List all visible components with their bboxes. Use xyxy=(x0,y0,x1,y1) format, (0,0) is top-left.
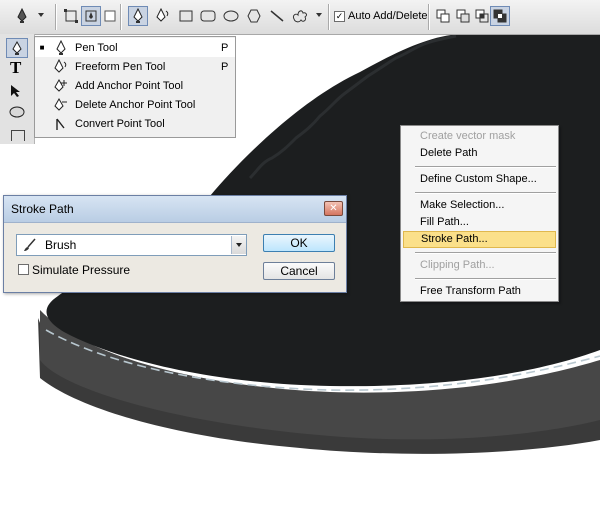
chevron-down-icon xyxy=(236,243,242,247)
menu-divider xyxy=(415,278,556,280)
pen-icon xyxy=(56,39,66,55)
ellipse-shape-icon[interactable] xyxy=(221,6,241,26)
flyout-item-label: Add Anchor Point Tool xyxy=(75,79,184,92)
pen-tool-flyout-menu: ■ Pen Tool P Freeform Pen Tool P Add Anc… xyxy=(34,36,236,138)
divider xyxy=(428,4,430,30)
menu-divider xyxy=(415,252,556,254)
menu-item-create-vector-mask: Create vector mask xyxy=(420,130,516,142)
tool-select-value: Brush xyxy=(45,238,77,252)
intersect-area-icon[interactable] xyxy=(472,6,492,26)
menu-item-clipping-path: Clipping Path... xyxy=(420,259,495,271)
menu-divider xyxy=(415,192,556,194)
simulate-pressure-checkbox[interactable] xyxy=(18,264,29,275)
auto-add-delete-label: Auto Add/Delete xyxy=(348,10,428,22)
stroke-path-dialog: Stroke Path ✕ Brush Simulate Pressure OK… xyxy=(3,195,347,293)
freeform-pen-icon xyxy=(54,58,67,73)
polygon-shape-icon[interactable] xyxy=(244,6,264,26)
pen-icon[interactable] xyxy=(128,6,148,26)
flyout-item-pen-tool[interactable]: ■ Pen Tool P xyxy=(35,38,235,57)
cancel-button[interactable]: Cancel xyxy=(263,262,335,280)
flyout-item-freeform-pen-tool[interactable]: Freeform Pen Tool P xyxy=(35,57,235,76)
dialog-title: Stroke Path xyxy=(11,202,74,216)
pen-tool-button[interactable] xyxy=(6,38,28,58)
rounded-rectangle-icon[interactable] xyxy=(198,6,218,26)
menu-item-stroke-path[interactable]: Stroke Path... xyxy=(403,231,556,248)
flyout-item-label: Convert Point Tool xyxy=(75,117,165,130)
brush-icon xyxy=(24,238,36,251)
ok-button[interactable]: OK xyxy=(263,234,335,252)
select-dropdown-button[interactable] xyxy=(231,236,246,254)
exclude-overlap-icon[interactable] xyxy=(490,6,510,26)
flyout-item-convert-point-tool[interactable]: Convert Point Tool xyxy=(35,114,235,133)
path-selection-icon[interactable] xyxy=(10,84,22,101)
simulate-pressure-label: Simulate Pressure xyxy=(32,263,131,277)
close-button[interactable]: ✕ xyxy=(324,201,343,216)
tool-select[interactable]: Brush xyxy=(16,234,247,256)
path-context-menu: Create vector mask Delete Path Define Cu… xyxy=(400,125,559,302)
menu-item-free-transform-path[interactable]: Free Transform Path xyxy=(403,283,556,300)
flyout-item-delete-anchor-point-tool[interactable]: Delete Anchor Point Tool xyxy=(35,95,235,114)
menu-item-make-selection[interactable]: Make Selection... xyxy=(403,197,556,214)
flyout-item-label: Pen Tool xyxy=(75,41,118,54)
type-tool-icon[interactable]: T xyxy=(10,58,21,78)
add-anchor-icon xyxy=(54,78,67,92)
delete-anchor-icon xyxy=(54,97,67,111)
convert-point-icon xyxy=(56,118,65,130)
auto-add-delete-checkbox[interactable]: ✓ xyxy=(334,11,345,22)
options-bar: ✓ Auto Add/Delete xyxy=(0,0,600,35)
flyout-item-shortcut: P xyxy=(221,41,229,54)
menu-divider xyxy=(415,166,556,168)
dialog-title-bar[interactable]: Stroke Path ✕ xyxy=(4,196,346,223)
divider xyxy=(328,4,330,30)
menu-item-delete-path[interactable]: Delete Path xyxy=(403,145,556,162)
menu-item-fill-path[interactable]: Fill Path... xyxy=(403,214,556,231)
flyout-item-label: Freeform Pen Tool xyxy=(75,60,166,73)
custom-shape-icon[interactable] xyxy=(290,6,310,26)
flyout-item-shortcut: P xyxy=(221,60,229,73)
chevron-down-icon[interactable] xyxy=(38,13,44,17)
selected-bullet-icon: ■ xyxy=(39,43,45,52)
paths-mode-icon[interactable] xyxy=(81,6,101,26)
close-icon: ✕ xyxy=(329,202,338,214)
fill-pixels-icon[interactable] xyxy=(100,6,120,26)
combine-area-icon[interactable] xyxy=(433,6,453,26)
tools-panel: T xyxy=(0,34,35,144)
menu-item-define-custom-shape[interactable]: Define Custom Shape... xyxy=(403,171,556,188)
flyout-item-add-anchor-point-tool[interactable]: Add Anchor Point Tool xyxy=(35,76,235,95)
line-shape-icon[interactable] xyxy=(267,6,287,26)
chevron-down-icon[interactable] xyxy=(316,13,322,17)
divider xyxy=(120,4,122,30)
subtract-area-icon[interactable] xyxy=(453,6,473,26)
flyout-item-label: Delete Anchor Point Tool xyxy=(75,98,196,111)
pen-tool-preset-icon[interactable] xyxy=(12,6,32,26)
notes-tool-icon[interactable] xyxy=(11,130,25,141)
freeform-pen-icon[interactable] xyxy=(153,6,173,26)
rectangle-shape-icon[interactable] xyxy=(176,6,196,26)
ellipse-tool-icon[interactable] xyxy=(9,106,25,121)
divider xyxy=(55,4,57,30)
shape-layers-icon[interactable] xyxy=(61,6,81,26)
